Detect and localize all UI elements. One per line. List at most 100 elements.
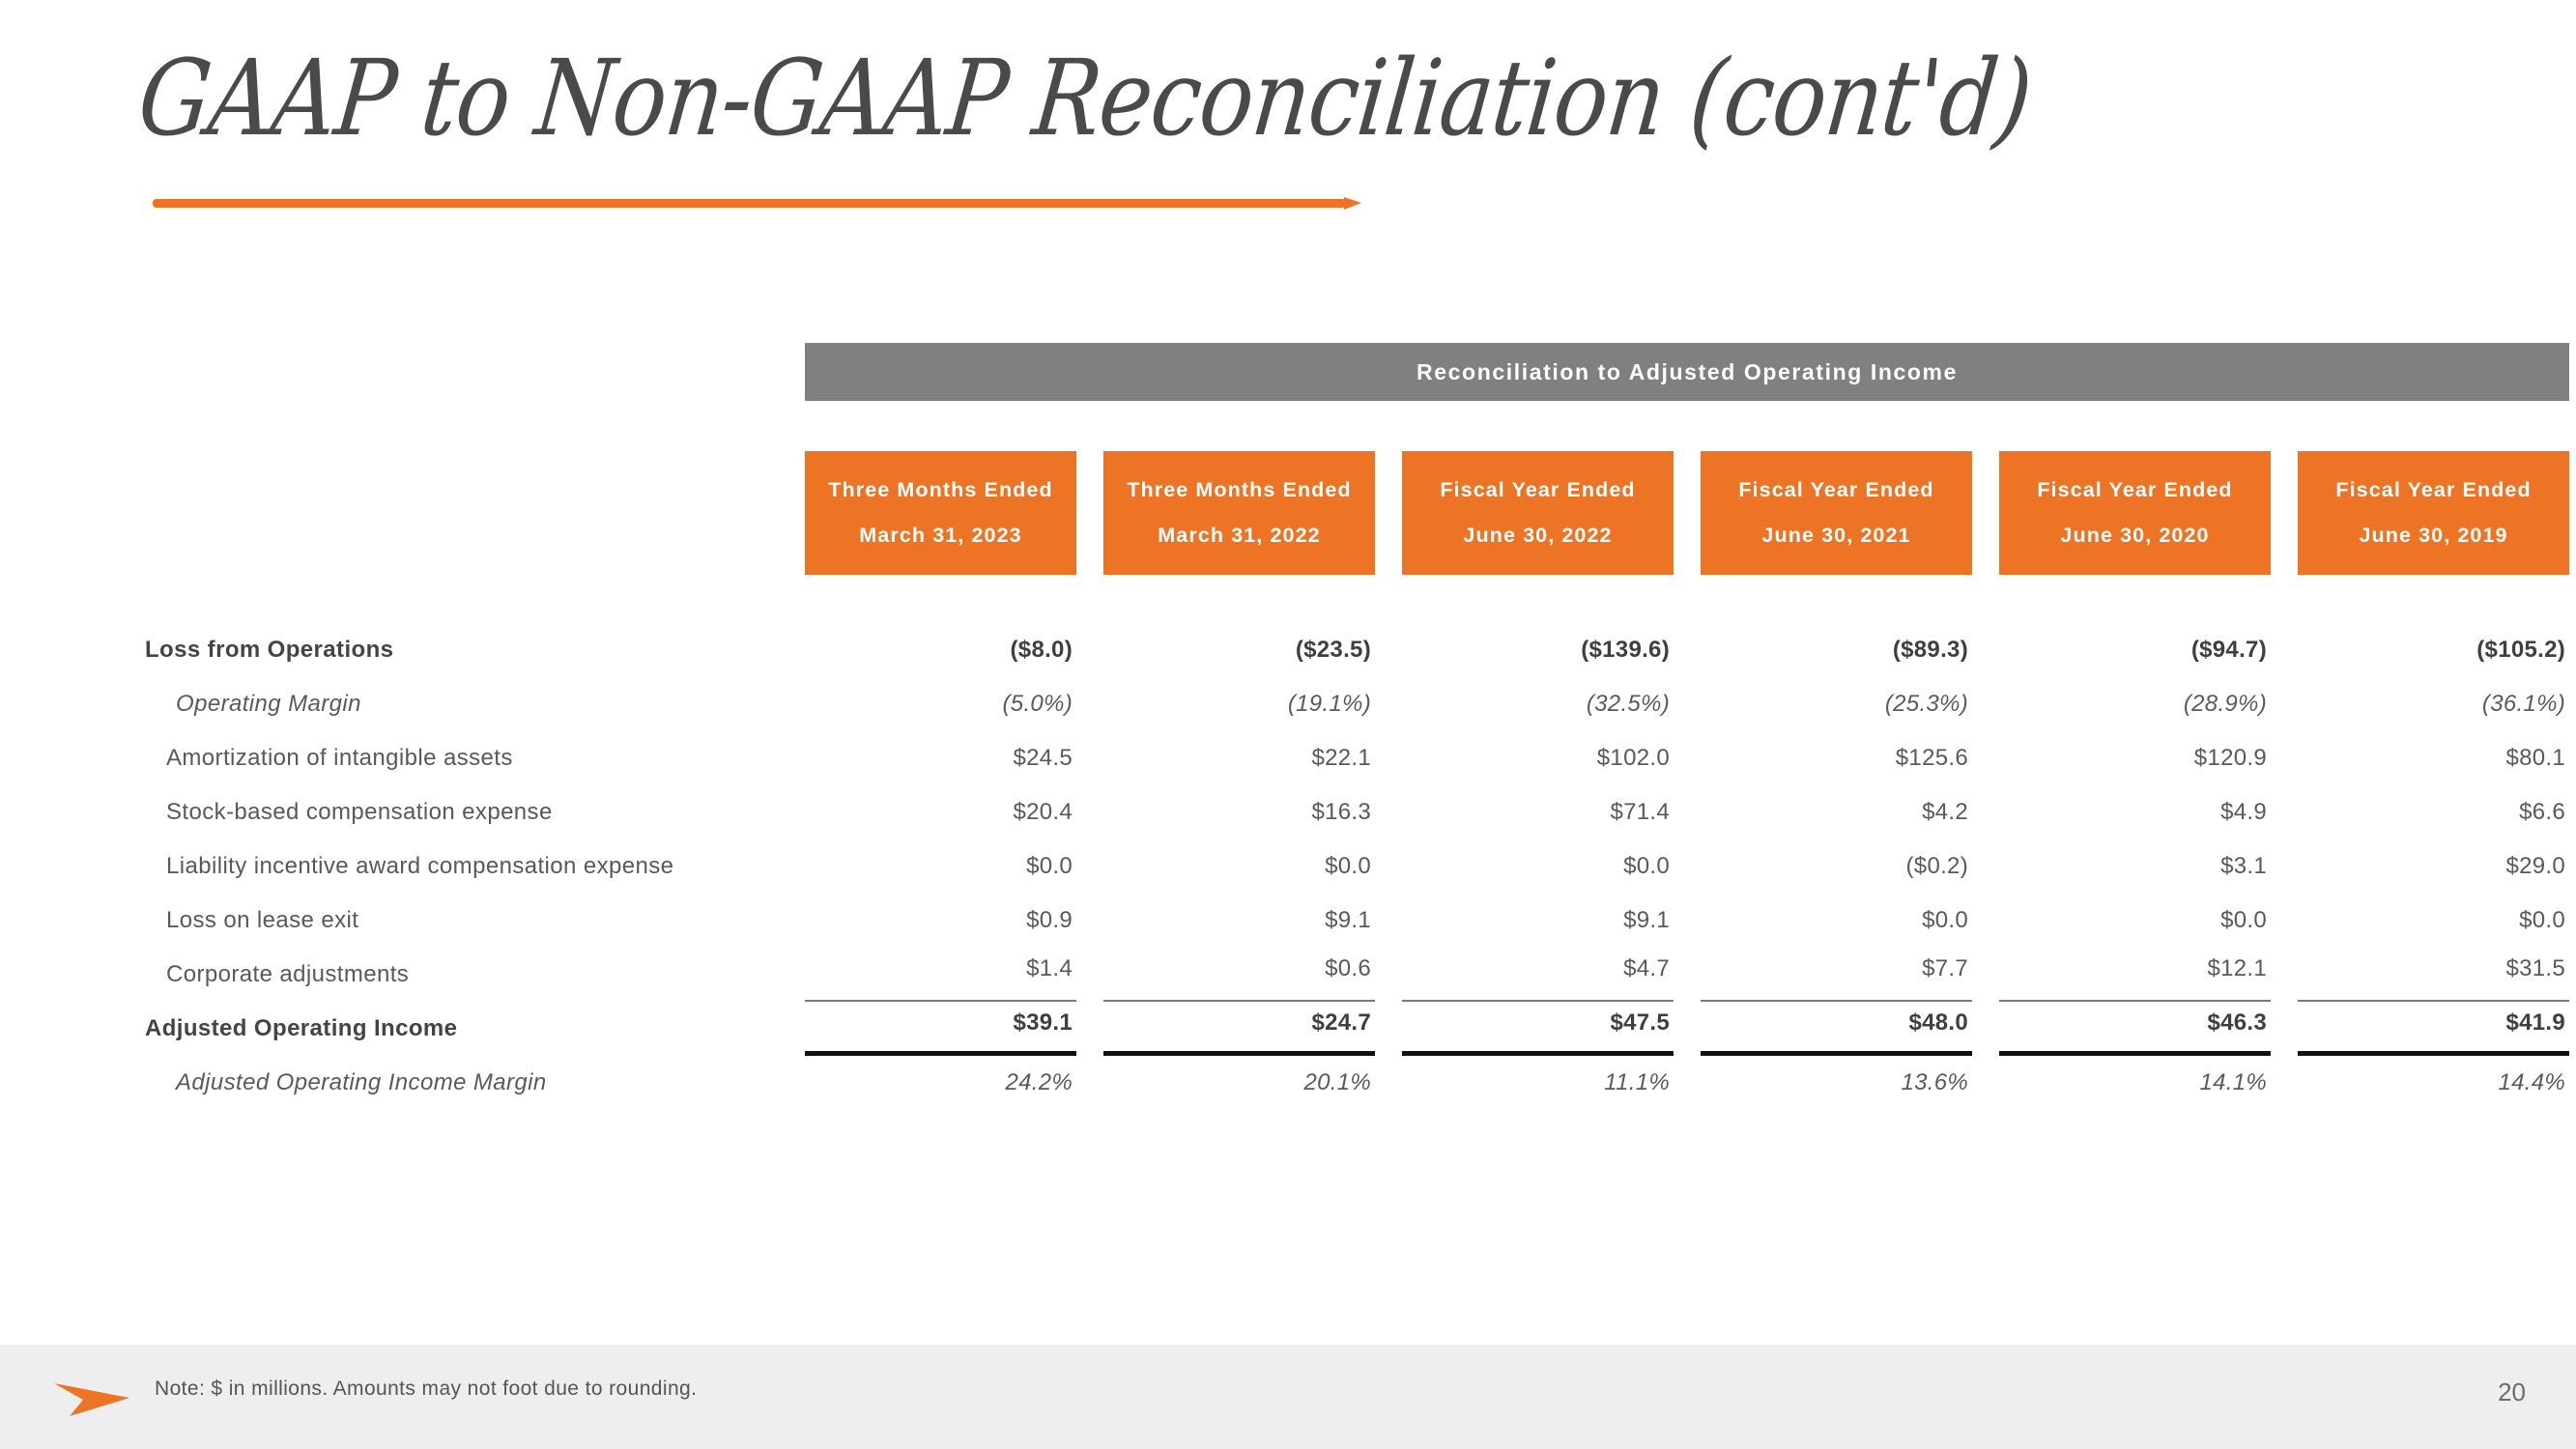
- row-value: $29.0: [2505, 853, 2566, 879]
- row-gap: [1076, 1002, 1103, 1056]
- row-value: $46.3: [1999, 1002, 2271, 1056]
- row-value: ($139.6): [1581, 637, 1670, 663]
- table-row: Corporate adjustments $1.4 $0.6 $4.7 $7.…: [145, 948, 2570, 1002]
- row-value: $22.1: [1311, 745, 1371, 771]
- orange-arrow-icon: [54, 1383, 129, 1416]
- title-underline-accent: [153, 197, 1361, 210]
- row-gap: [1076, 677, 1103, 731]
- row-value: $47.5: [1402, 1002, 1674, 1056]
- column-header-0: Three Months Ended March 31, 2023: [805, 451, 1076, 575]
- column-header-2-line2: June 30, 2022: [1463, 524, 1613, 547]
- post-header-spacer-cell: [145, 575, 2569, 623]
- row-value: 20.1%: [1303, 1069, 1371, 1095]
- row-gap: [1972, 948, 1999, 1002]
- row-value: ($94.7): [2190, 637, 2267, 663]
- row-label: Loss from Operations: [145, 637, 394, 663]
- row-value: 14.4%: [2498, 1069, 2566, 1095]
- row-value: ($8.0): [1010, 637, 1073, 663]
- row-value: $4.9: [2220, 799, 2267, 825]
- row-gap: [1674, 948, 1701, 1002]
- column-header-2-line1: Fiscal Year Ended: [1440, 477, 1636, 501]
- column-header-4-line2: June 30, 2020: [2060, 524, 2210, 547]
- reconciliation-table-wrapper: Reconciliation to Adjusted Operating Inc…: [145, 343, 2570, 1110]
- row-gap: [1076, 948, 1103, 1002]
- row-value: $20.4: [1013, 799, 1073, 825]
- table-row: Liability incentive award compensation e…: [145, 839, 2569, 894]
- row-gap: [1375, 948, 1402, 1002]
- row-gap: [778, 731, 805, 785]
- row-gap: [1674, 1056, 1701, 1110]
- row-value: $12.1: [1999, 948, 2271, 1002]
- row-value: $102.0: [1596, 745, 1670, 771]
- column-header-3-line2: June 30, 2021: [1761, 524, 1911, 547]
- row-gap: [2271, 948, 2298, 1002]
- row-gap: [1076, 1056, 1103, 1110]
- row-value: $6.6: [2519, 799, 2566, 825]
- row-value: ($89.3): [1892, 637, 1968, 663]
- slide-canvas: GAAP to Non-GAAP Reconciliation (cont'd)…: [0, 0, 2576, 1449]
- row-gap: [1972, 731, 1999, 785]
- row-gap: [1375, 677, 1402, 731]
- table-row: Loss from Operations ($8.0) ($23.5) ($13…: [145, 623, 2569, 677]
- row-gap: [1674, 785, 1701, 839]
- row-value: (5.0%): [1002, 691, 1073, 717]
- column-header-corner-cell: [145, 451, 778, 575]
- row-value: ($0.2): [1905, 853, 1968, 879]
- table-total-row: Adjusted Operating Income $39.1 $24.7 $4…: [145, 1002, 2570, 1056]
- row-label: Stock-based compensation expense: [166, 799, 553, 825]
- row-value: 11.1%: [1604, 1069, 1670, 1095]
- row-gap: [778, 1002, 805, 1056]
- row-value: (19.1%): [1287, 691, 1371, 717]
- row-value: ($23.5): [1295, 637, 1371, 663]
- table-row: Adjusted Operating Income Margin 24.2% 2…: [145, 1056, 2569, 1110]
- row-value: $16.3: [1311, 799, 1371, 825]
- post-header-spacer-row: [145, 575, 2569, 623]
- column-header-gap-3: [1674, 451, 1701, 575]
- row-value: $0.0: [1325, 853, 1371, 879]
- row-gap: [1972, 623, 1999, 677]
- column-header-1: Three Months Ended March 31, 2022: [1103, 451, 1375, 575]
- column-header-2: Fiscal Year Ended June 30, 2022: [1402, 451, 1674, 575]
- row-value: $24.5: [1013, 745, 1073, 771]
- row-gap: [2271, 839, 2298, 894]
- row-value: $48.0: [1701, 1002, 1972, 1056]
- row-gap: [778, 894, 805, 948]
- row-value: $9.1: [1325, 907, 1371, 933]
- row-value: $39.1: [805, 1002, 1076, 1056]
- row-value: $0.9: [1026, 907, 1073, 933]
- group-header-empty-cell: [145, 343, 778, 401]
- row-gap: [1076, 894, 1103, 948]
- row-gap: [1972, 677, 1999, 731]
- column-header-1-line1: Three Months Ended: [1127, 477, 1352, 501]
- row-value: $71.4: [1610, 799, 1670, 825]
- row-gap: [2271, 785, 2298, 839]
- row-value: $125.6: [1895, 745, 1968, 771]
- column-header-gap-0: [778, 451, 805, 575]
- row-gap: [1972, 785, 1999, 839]
- row-gap: [2271, 731, 2298, 785]
- column-header-gap-4: [1972, 451, 1999, 575]
- row-gap: [1674, 839, 1701, 894]
- row-label: Corporate adjustments: [166, 961, 410, 987]
- row-gap: [1674, 731, 1701, 785]
- row-gap: [778, 948, 805, 1002]
- row-value: 14.1%: [2199, 1069, 2267, 1095]
- column-header-1-line2: March 31, 2022: [1158, 524, 1321, 547]
- row-gap: [1674, 677, 1701, 731]
- row-gap: [1375, 1056, 1402, 1110]
- header-spacer-cell: [145, 401, 2569, 451]
- row-value: $3.1: [2220, 853, 2267, 879]
- row-value: (28.9%): [2183, 691, 2267, 717]
- table-row: Loss on lease exit $0.9 $9.1 $9.1 $0.0 $…: [145, 894, 2569, 948]
- row-value: 24.2%: [1005, 1069, 1073, 1095]
- row-value: $9.1: [1623, 907, 1670, 933]
- group-header-label: Reconciliation to Adjusted Operating Inc…: [805, 343, 2570, 401]
- row-gap: [1375, 623, 1402, 677]
- row-gap: [1076, 623, 1103, 677]
- column-header-5-line2: June 30, 2019: [2359, 524, 2508, 547]
- row-gap: [778, 785, 805, 839]
- reconciliation-table: Reconciliation to Adjusted Operating Inc…: [145, 343, 2570, 1110]
- row-gap: [1674, 1002, 1701, 1056]
- row-value: (25.3%): [1884, 691, 1968, 717]
- row-value: $1.4: [805, 948, 1076, 1002]
